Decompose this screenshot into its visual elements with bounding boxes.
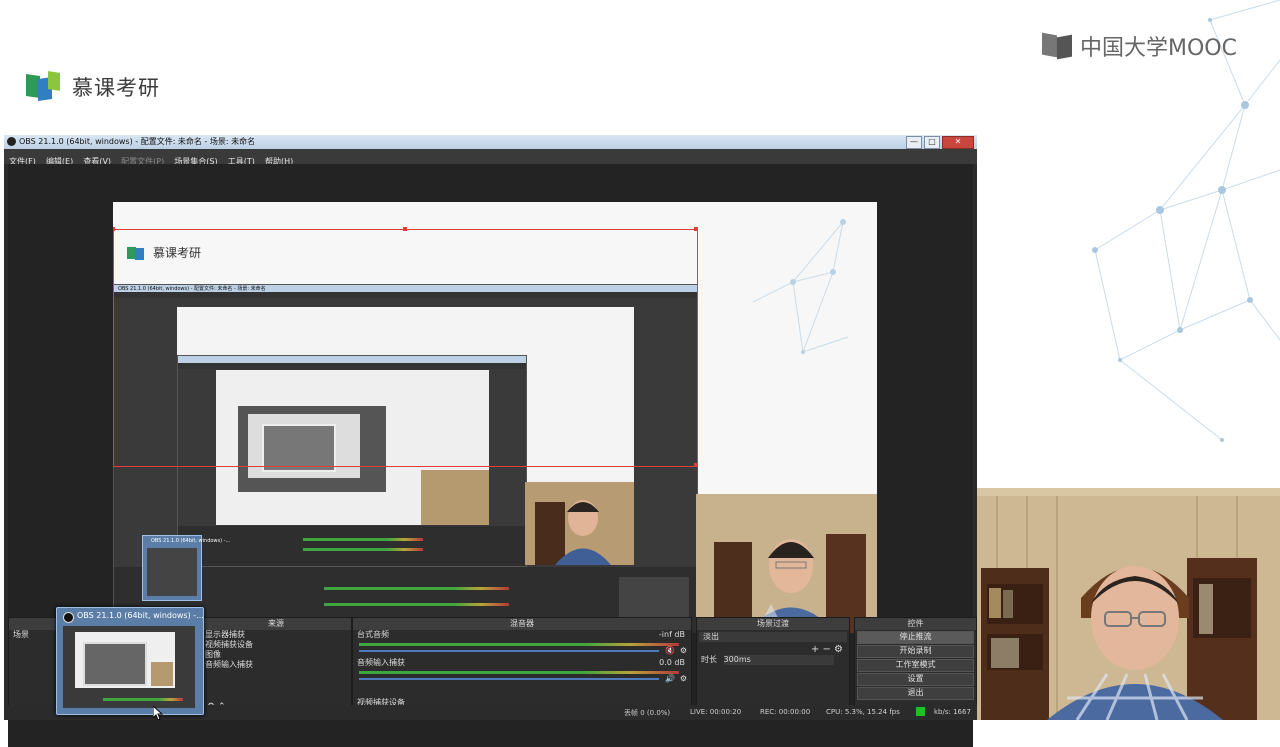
icourse-mooc-logo: 中国大学MOOC xyxy=(1042,30,1237,62)
right-logo-text: 中国大学MOOC xyxy=(1080,36,1237,61)
transition-select[interactable]: 淡出 xyxy=(699,632,847,642)
volume-meter xyxy=(359,671,679,674)
volume-meter xyxy=(359,643,679,646)
left-logo-text: 慕课考研 xyxy=(72,76,160,100)
controls-header: 控件 xyxy=(855,618,976,630)
stop-streaming-button[interactable]: 停止推流 xyxy=(857,631,974,644)
nested-cam-2 xyxy=(525,482,634,565)
transitions-header: 场景过渡 xyxy=(697,618,849,630)
obs-app-icon xyxy=(7,137,16,146)
speaker-icon[interactable]: 🔊 xyxy=(665,674,675,683)
maximize-button[interactable]: □ xyxy=(924,136,940,149)
window-titlebar[interactable]: OBS 21.1.0 (64bit, windows) - 配置文件: 未命名 … xyxy=(4,135,977,149)
minimize-button[interactable]: — xyxy=(906,136,922,149)
source-item[interactable]: 音频输入捕获 xyxy=(201,660,351,670)
thumbnail-preview[interactable] xyxy=(63,626,195,708)
preview-canvas[interactable]: 慕课考研 OBS 21.1.0 (64bit, windows) - 配置文件:… xyxy=(113,202,877,633)
nested-thumbnail-title: OBS 21.1.0 (64bit, windows) -... xyxy=(151,538,231,544)
start-recording-button[interactable]: 开始录制 xyxy=(857,645,974,658)
mouse-cursor-icon xyxy=(153,706,163,720)
gear-icon[interactable]: ⚙ xyxy=(834,644,843,655)
volume-slider[interactable] xyxy=(359,650,659,652)
resize-handle[interactable] xyxy=(403,227,407,231)
scene-transitions-dock: 场景过渡 淡出 + − ⚙ 时长 300ms xyxy=(696,617,850,717)
thumbnail-title: OBS 21.1.0 (64bit, windows) -... xyxy=(77,611,204,620)
nested-taskbar-thumbnail: OBS 21.1.0 (64bit, windows) -... xyxy=(142,535,230,601)
preview-webcam-source[interactable] xyxy=(696,494,877,633)
obs-app-icon xyxy=(63,612,74,623)
channel-level: 0.0 dB xyxy=(659,658,685,667)
mixer-header: 混音器 xyxy=(353,618,691,630)
nested-docks-2 xyxy=(178,526,526,566)
gear-icon[interactable]: ⚙ xyxy=(680,674,687,683)
controls-dock: 控件 停止推流 开始录制 工作室模式 设置 退出 xyxy=(854,617,977,717)
presenter-webcam xyxy=(977,488,1280,720)
bitrate: kb/s: 1667 xyxy=(934,708,971,716)
mooc-book-icon xyxy=(1042,32,1076,60)
exit-button[interactable]: 退出 xyxy=(857,687,974,700)
settings-button[interactable]: 设置 xyxy=(857,673,974,686)
audio-mixer-dock: 混音器 台式音频 -inf dB 🔇 ⚙ 音频输入捕获 0.0 dB 🔊 ⚙ 视… xyxy=(352,617,692,717)
preview-network-graphic xyxy=(752,219,849,354)
resize-handle[interactable] xyxy=(113,227,115,231)
source-item[interactable]: 显示器捕获 xyxy=(201,630,351,640)
dropped-frames: 丢帧 0 (0.0%) xyxy=(624,709,671,717)
nested-cam-3 xyxy=(421,470,489,525)
studio-mode-button[interactable]: 工作室模式 xyxy=(857,659,974,672)
source-item[interactable]: 图像 xyxy=(201,650,351,660)
mixer-channel-mic: 音频输入捕获 0.0 dB xyxy=(353,658,691,668)
presenter-video-feed xyxy=(977,488,1280,720)
channel-name: 音频输入捕获 xyxy=(357,658,405,667)
duration-input[interactable]: 300ms xyxy=(723,655,834,665)
resize-handle[interactable] xyxy=(694,463,698,467)
window-title: OBS 21.1.0 (64bit, windows) - 配置文件: 未命名 … xyxy=(19,137,256,146)
channel-name: 台式音频 xyxy=(357,630,389,639)
add-icon[interactable]: + xyxy=(811,644,819,655)
duration-label: 时长 xyxy=(701,655,717,664)
close-button[interactable]: ✕ xyxy=(942,136,974,149)
live-time: LIVE: 00:00:20 xyxy=(690,708,742,716)
mooc-kaoyan-logo: 慕课考研 xyxy=(26,71,160,102)
channel-level: -inf dB xyxy=(658,630,685,639)
volume-slider[interactable] xyxy=(359,678,659,680)
cpu-fps: CPU: 5.3%, 15.24 fps xyxy=(826,708,900,716)
selection-box-display-capture[interactable] xyxy=(113,229,698,467)
stream-health-indicator xyxy=(916,707,925,716)
sources-header: 来源 xyxy=(201,618,351,630)
mixer-channel-desktop: 台式音频 -inf dB xyxy=(353,630,691,640)
muted-speaker-icon[interactable]: 🔇 xyxy=(665,646,675,655)
source-item[interactable]: 视频捕获设备 xyxy=(201,640,351,650)
menu-bar: 文件(F) 编辑(E) 查看(V) 配置文件(P) 场景集合(S) 工具(T) … xyxy=(4,149,977,166)
remove-icon[interactable]: − xyxy=(822,644,830,655)
gear-icon[interactable]: ⚙ xyxy=(680,646,687,655)
rec-time: REC: 00:00:00 xyxy=(760,708,811,716)
sources-dock: 来源 显示器捕获 视频捕获设备 图像 音频输入捕获 ⚙ ⌃ ⌄ xyxy=(200,617,352,717)
book-logo-icon xyxy=(26,71,64,102)
resize-handle[interactable] xyxy=(694,227,698,231)
taskbar-thumbnail-popup[interactable]: OBS 21.1.0 (64bit, windows) -... xyxy=(56,607,204,715)
